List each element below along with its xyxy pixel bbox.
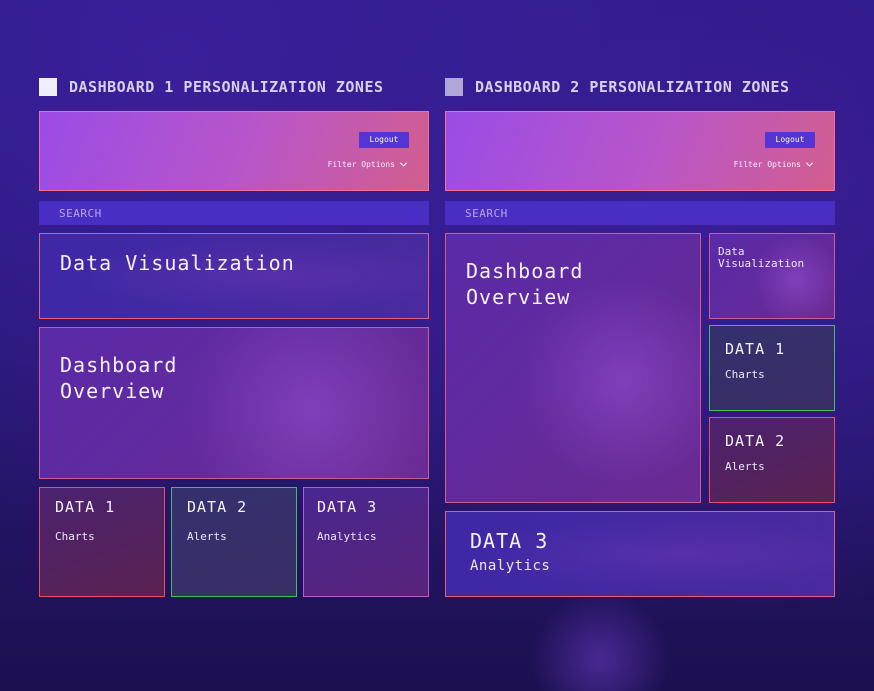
data-3-subtitle: Analytics (470, 558, 551, 574)
data-3-title: DATA 3 (470, 529, 549, 553)
dashboard-1-header: Logout Filter Options (39, 111, 429, 191)
data-1-subtitle: Charts (55, 530, 95, 543)
filter-options-dropdown[interactable]: Filter Options (734, 160, 814, 169)
search-input[interactable] (59, 206, 359, 220)
logout-button[interactable]: Logout (765, 132, 815, 148)
data-1-title: DATA 1 (725, 340, 786, 358)
dashboard-1-search-bar[interactable] (39, 201, 429, 225)
data-3-card[interactable]: DATA 3 Analytics (445, 511, 835, 597)
data-1-card[interactable]: DATA 1 Charts (39, 487, 165, 597)
dashboard-1-heading: DASHBOARD 1 PERSONALIZATION ZONES (39, 78, 384, 96)
dashboard-overview-title-line1: Dashboard (60, 353, 178, 377)
data-3-card[interactable]: DATA 3 Analytics (303, 487, 429, 597)
data-1-subtitle: Charts (725, 368, 765, 381)
dashboard-2-heading: DASHBOARD 2 PERSONALIZATION ZONES (445, 78, 790, 96)
data-1-card[interactable]: DATA 1 Charts (709, 325, 835, 411)
data-1-title: DATA 1 (55, 498, 116, 516)
dashboard-overview-title-line2: Overview (60, 379, 165, 403)
logout-button[interactable]: Logout (359, 132, 409, 148)
data-visualization-zone[interactable]: Data Visualization (709, 233, 835, 319)
data-visualization-title-line2: Visualization (718, 257, 805, 270)
data-2-title: DATA 2 (187, 498, 248, 516)
chevron-down-icon (805, 162, 814, 167)
dashboard-overview-zone[interactable]: Dashboard Overview (445, 233, 701, 503)
heading-square-icon (39, 78, 57, 96)
data-3-title: DATA 3 (317, 498, 378, 516)
dashboard-2-search-bar[interactable] (445, 201, 835, 225)
search-input[interactable] (465, 206, 765, 220)
dashboard-overview-zone[interactable]: Dashboard Overview (39, 327, 429, 479)
data-2-title: DATA 2 (725, 432, 786, 450)
filter-options-label: Filter Options (733, 160, 801, 169)
data-visualization-zone[interactable]: Data Visualization (39, 233, 429, 319)
filter-options-dropdown[interactable]: Filter Options (328, 160, 408, 169)
data-2-subtitle: Alerts (725, 460, 765, 473)
data-2-card[interactable]: DATA 2 Alerts (709, 417, 835, 503)
dashboard-1-heading-text: DASHBOARD 1 PERSONALIZATION ZONES (69, 78, 384, 96)
data-visualization-title: Data Visualization (60, 251, 295, 275)
data-2-card[interactable]: DATA 2 Alerts (171, 487, 297, 597)
chevron-down-icon (399, 162, 408, 167)
data-2-subtitle: Alerts (187, 530, 227, 543)
dashboard-2-heading-text: DASHBOARD 2 PERSONALIZATION ZONES (475, 78, 790, 96)
dashboard-2-header: Logout Filter Options (445, 111, 835, 191)
filter-options-label: Filter Options (327, 160, 395, 169)
dashboard-overview-title-line2: Overview (466, 285, 571, 309)
heading-square-icon (445, 78, 463, 96)
dashboard-overview-title-line1: Dashboard (466, 259, 584, 283)
data-3-subtitle: Analytics (317, 530, 377, 543)
